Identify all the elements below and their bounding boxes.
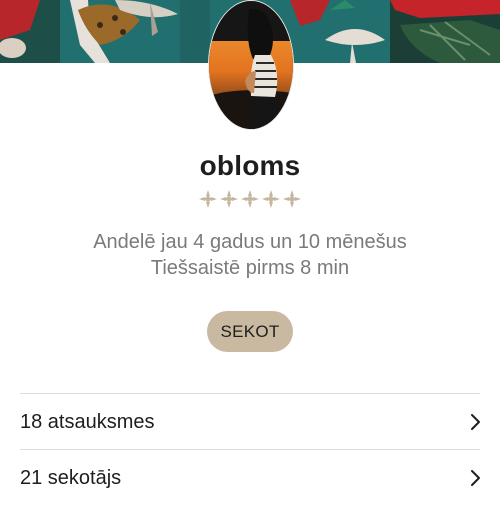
member-since-text: Andelē jau 4 gadus un 10 mēnešus [93,231,407,253]
rating-stars [199,190,301,210]
reviews-label: 18 atsauksmes [20,410,155,433]
divider [20,393,480,394]
star-icon [283,190,301,208]
star-icon [241,190,259,208]
star-icon [220,190,238,208]
chevron-right-icon [471,470,480,486]
reviews-row[interactable]: 18 atsauksmes [20,395,482,449]
followers-row[interactable]: 21 sekotājs [20,451,482,505]
avatar[interactable] [208,0,294,130]
divider [20,449,480,450]
followers-label: 21 sekotājs [20,466,122,489]
follow-button[interactable]: SEKOT [207,311,293,352]
chevron-right-icon [471,414,480,430]
star-icon [262,190,280,208]
username: obloms [199,150,301,181]
last-online-text: Tiešsaistē pirms 8 min [150,257,350,279]
star-icon [199,190,217,208]
